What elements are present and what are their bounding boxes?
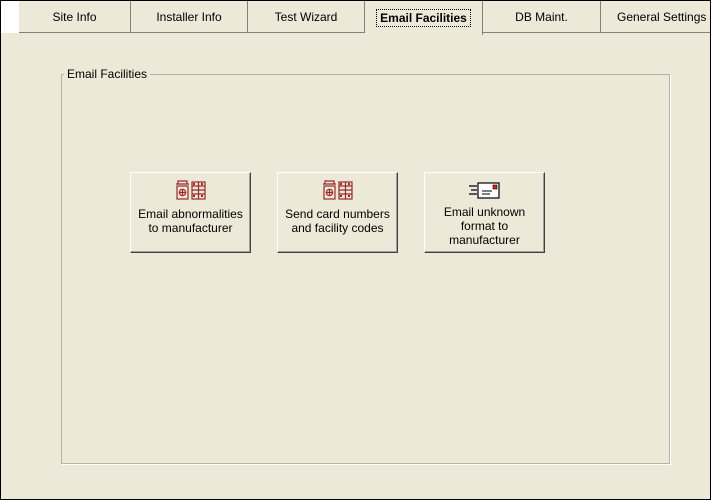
tab-label: General Settings (617, 9, 707, 24)
tab-label: DB Maint. (515, 9, 568, 24)
button-label: Email unknown format to manufacturer (443, 205, 526, 247)
email-abnormalities-button[interactable]: Email abnormalities to manufacturer (130, 172, 251, 253)
settings-window: Site Info Installer Info Test Wizard Ema… (0, 0, 711, 500)
tab-label: Site Info (52, 9, 97, 24)
tab-email-facilities[interactable]: Email Facilities (364, 1, 483, 35)
button-label: Send card numbers and facility codes (285, 207, 390, 235)
tab-label: Installer Info (156, 9, 222, 24)
tab-test-wizard[interactable]: Test Wizard (247, 1, 365, 33)
tab-strip: Site Info Installer Info Test Wizard Ema… (1, 1, 710, 35)
email-unknown-format-button[interactable]: Email unknown format to manufacturer (424, 172, 545, 253)
email-facilities-group: Email Facilities Email abnormalities to … (61, 67, 670, 464)
building-db-icon (174, 179, 208, 203)
tab-db-maint[interactable]: DB Maint. (482, 1, 601, 33)
tab-label: Test Wizard (274, 9, 338, 24)
building-db-icon (321, 179, 355, 203)
email-facilities-panel: Email Facilities Email abnormalities to … (1, 34, 710, 499)
tab-site-info[interactable]: Site Info (19, 1, 131, 33)
tab-installer-info[interactable]: Installer Info (130, 1, 248, 33)
fast-mail-icon (468, 179, 502, 203)
button-label: Email abnormalities to manufacturer (138, 207, 243, 235)
tab-general-settings[interactable]: General Settings (600, 1, 710, 33)
tab-label: Email Facilities (376, 9, 471, 27)
group-title: Email Facilities (67, 67, 148, 81)
send-card-numbers-button[interactable]: Send card numbers and facility codes (277, 172, 398, 253)
